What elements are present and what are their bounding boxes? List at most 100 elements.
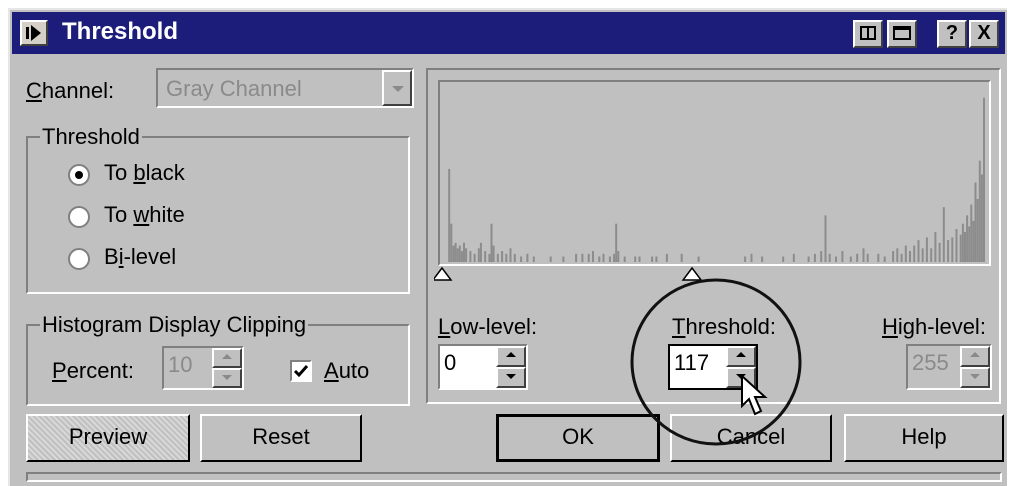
restore-icon[interactable] — [853, 20, 883, 48]
histogram-bar — [520, 256, 523, 262]
low-level-down-button[interactable] — [496, 367, 526, 388]
channel-label: Channel: — [26, 78, 115, 103]
histogram-bar — [634, 256, 637, 262]
histogram-bar — [964, 231, 966, 262]
histogram-bar — [744, 256, 747, 262]
high-level-down-button[interactable] — [960, 367, 990, 388]
histogram-bar — [581, 253, 584, 262]
clipping-group-legend: Histogram Display Clipping — [40, 312, 309, 338]
histogram-bar — [617, 251, 620, 262]
histogram-bar — [615, 223, 618, 262]
status-bar — [26, 472, 1002, 482]
histogram-bar — [761, 256, 764, 262]
high-level-up-button[interactable] — [960, 346, 990, 367]
highlight-circle — [630, 278, 802, 446]
histogram-bar — [970, 204, 973, 262]
histogram-bar — [807, 256, 810, 262]
histogram-bar — [602, 253, 605, 262]
histogram-bar — [509, 248, 512, 262]
preview-button[interactable]: Preview — [26, 414, 190, 462]
histogram-bar — [651, 256, 654, 262]
histogram-bar — [492, 245, 495, 262]
histogram-bar — [913, 245, 916, 262]
to-white-radio[interactable] — [68, 206, 90, 228]
histogram-bar — [862, 248, 865, 262]
histogram-bar — [959, 234, 962, 262]
to-white-label: To white — [104, 202, 185, 227]
histogram-bar — [974, 182, 977, 262]
histogram-bar — [961, 223, 964, 262]
histogram-bar — [856, 253, 859, 262]
help-button[interactable]: Help — [844, 414, 1004, 462]
percent-up-button[interactable] — [212, 348, 242, 368]
histogram-area — [438, 80, 991, 266]
percent-label: Percent: — [52, 358, 134, 383]
dialog-title: Threshold — [62, 18, 179, 45]
histogram-bar — [665, 253, 668, 262]
histogram-bar — [608, 256, 611, 262]
histogram-bar — [966, 215, 969, 262]
histogram-bar — [938, 242, 941, 262]
histogram-bar — [458, 245, 461, 262]
low-marker-icon[interactable] — [434, 266, 453, 281]
histogram-bar — [532, 256, 535, 262]
histogram-bar — [496, 253, 499, 262]
histogram-bar — [896, 248, 899, 262]
help-title-button[interactable]: ? — [937, 20, 967, 48]
histogram-bar — [934, 231, 937, 262]
threshold-group-legend: Threshold — [40, 124, 142, 150]
histogram-bar — [469, 251, 472, 262]
percent-value: 10 — [168, 352, 193, 377]
reset-button[interactable]: Reset — [200, 414, 362, 462]
histogram-bar — [841, 251, 844, 262]
histogram-bar — [587, 253, 590, 262]
histogram-bar — [942, 207, 945, 262]
high-level-stepper[interactable]: 255 — [906, 344, 992, 390]
to-black-label: To black — [104, 160, 185, 185]
histogram-bar — [828, 253, 831, 262]
histogram-bar — [526, 253, 529, 262]
system-menu-icon[interactable] — [20, 20, 48, 46]
histogram-bar — [930, 248, 933, 262]
histogram-bar — [955, 229, 958, 262]
histogram-bar — [460, 251, 463, 262]
auto-checkbox[interactable] — [290, 360, 312, 382]
histogram-bar — [947, 240, 950, 262]
histogram-bar — [465, 248, 468, 262]
maximize-icon[interactable] — [887, 20, 917, 48]
channel-select-value: Gray Channel — [166, 76, 302, 101]
histogram-bar — [488, 253, 491, 262]
histogram-bar — [450, 223, 453, 262]
chevron-down-icon[interactable] — [382, 70, 412, 106]
low-level-stepper[interactable]: 0 — [438, 344, 528, 390]
histogram-bar — [513, 253, 516, 262]
bi-level-radio[interactable] — [68, 248, 90, 270]
histogram-bar — [983, 97, 985, 262]
histogram-bar — [866, 253, 869, 262]
histogram-bar — [820, 251, 823, 262]
histogram-bar — [479, 242, 482, 262]
close-button[interactable]: X — [969, 20, 999, 48]
percent-stepper[interactable]: 10 — [162, 346, 244, 390]
high-level-label: High-level: — [882, 314, 986, 339]
histogram-bar — [782, 256, 785, 262]
histogram-bar — [951, 237, 954, 262]
channel-select[interactable]: Gray Channel — [156, 68, 414, 108]
to-black-radio[interactable] — [68, 164, 90, 186]
histogram-bar — [505, 253, 508, 262]
percent-down-button[interactable] — [212, 368, 242, 388]
histogram-bar — [909, 251, 911, 262]
histogram-bar — [575, 253, 578, 262]
title-bar: Threshold ? X — [12, 12, 1005, 54]
low-level-up-button[interactable] — [496, 346, 526, 367]
histogram-bar — [792, 253, 795, 262]
histogram-bar — [697, 256, 700, 262]
histogram-bar — [592, 251, 594, 262]
histogram-bar — [456, 248, 459, 262]
low-level-value: 0 — [444, 350, 457, 375]
checkmark-icon — [293, 365, 309, 378]
histogram-bar — [972, 220, 975, 262]
histogram-bar — [448, 168, 451, 262]
bi-level-label: Bi-level — [104, 244, 177, 269]
histogram-bar — [813, 253, 816, 262]
